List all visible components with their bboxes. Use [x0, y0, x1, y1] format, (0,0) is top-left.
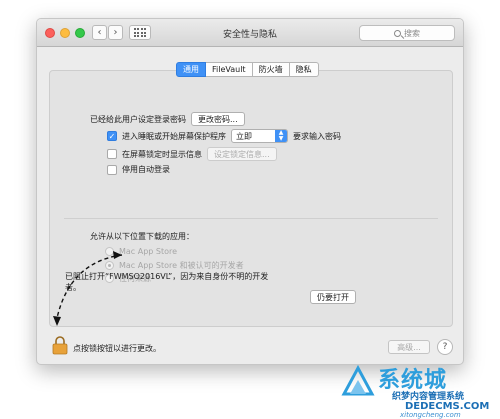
lock-hint: 点按锁按钮以进行更改。 [73, 344, 161, 353]
lock-icon[interactable] [52, 335, 68, 355]
advanced-button[interactable]: 高级... [388, 340, 430, 354]
watermark-logo-icon [341, 364, 375, 396]
watermark: 系统城 织梦内容管理系统 DEDECMS.COM xitongcheng.com [330, 362, 500, 419]
watermark-url: xitongcheng.com [400, 411, 461, 419]
tab-filevault[interactable]: FileVault [206, 62, 253, 77]
tab-firewall[interactable]: 防火墙 [252, 62, 290, 77]
tab-bar: 通用 FileVault 防火墙 隐私 [176, 62, 319, 77]
tab-general[interactable]: 通用 [176, 62, 206, 77]
help-button[interactable]: ? [437, 339, 453, 355]
tab-privacy[interactable]: 隐私 [289, 62, 319, 77]
